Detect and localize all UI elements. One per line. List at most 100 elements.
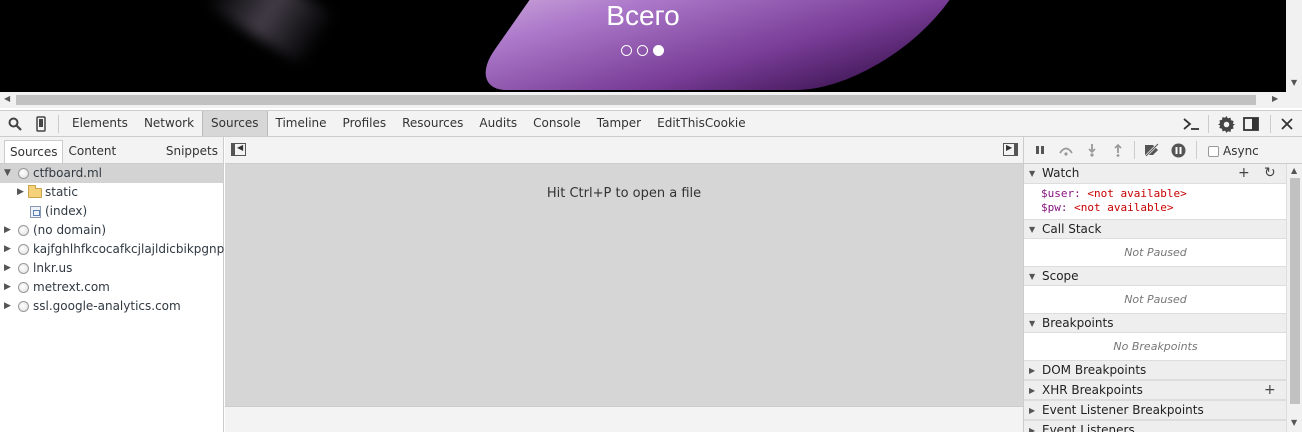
toolbar-divider	[1196, 141, 1197, 159]
async-checkbox[interactable]: Async	[1208, 144, 1259, 158]
tree-item-static[interactable]: ▶ static	[0, 183, 223, 202]
device-mode-icon[interactable]	[32, 115, 50, 133]
triangle-right-icon[interactable]: ▶	[17, 183, 24, 202]
carousel-dots	[621, 45, 664, 56]
tab-resources[interactable]: Resources	[394, 111, 471, 136]
section-title: Scope	[1042, 269, 1079, 283]
chevron-right-icon[interactable]: ▶	[1272, 94, 1278, 103]
tab-content-scripts[interactable]: Content scripts	[63, 140, 160, 181]
globe-icon	[18, 282, 29, 293]
tab-tamper[interactable]: Tamper	[589, 111, 649, 136]
section-xhr-breakpoints-header[interactable]: ▶ XHR Breakpoints +	[1024, 380, 1287, 400]
section-event-listeners-header[interactable]: ▶ Event Listeners	[1024, 420, 1287, 432]
section-title: Breakpoints	[1042, 316, 1114, 330]
triangle-right-icon[interactable]: ▶	[4, 259, 11, 278]
add-icon[interactable]: +	[1238, 164, 1250, 183]
add-icon[interactable]: +	[1264, 381, 1276, 400]
pause-icon[interactable]	[1032, 142, 1048, 158]
page-horizontal-scrollbar[interactable]: ◀ ▶	[0, 92, 1286, 108]
triangle-right-icon: ▶	[1029, 366, 1036, 375]
triangle-down-icon: ▼	[1029, 272, 1036, 281]
step-out-icon[interactable]	[1110, 142, 1126, 158]
hero-glow	[466, 0, 1034, 90]
async-checkbox-box[interactable]	[1208, 145, 1219, 157]
section-event-listener-breakpoints-header[interactable]: ▶ Event Listener Breakpoints	[1024, 400, 1287, 420]
tab-audits[interactable]: Audits	[471, 111, 525, 136]
search-icon[interactable]	[6, 115, 24, 133]
carousel-dot-2[interactable]	[637, 45, 648, 56]
gear-icon[interactable]	[1217, 115, 1235, 133]
carousel-dot-3[interactable]	[653, 45, 664, 56]
tab-console[interactable]: Console	[525, 111, 589, 136]
triangle-down-icon[interactable]: ▼	[4, 164, 11, 183]
step-into-icon[interactable]	[1084, 142, 1100, 158]
tree-item-label: kajfghlhfkcocafkcjlajldicbikpgnp	[33, 242, 225, 256]
tree-item-lnkr[interactable]: ▶ lnkr.us	[0, 259, 223, 278]
section-breakpoints-header[interactable]: ▼ Breakpoints	[1024, 313, 1287, 333]
scrollbar-thumb[interactable]	[1290, 178, 1300, 404]
pause-on-exceptions-icon[interactable]	[1170, 142, 1186, 158]
toggle-debugger-icon[interactable]: ▶	[1003, 143, 1018, 156]
close-icon[interactable]	[1278, 115, 1296, 133]
async-label: Async	[1223, 144, 1259, 158]
triangle-right-icon[interactable]: ▶	[4, 221, 11, 240]
refresh-icon[interactable]: ↻	[1264, 164, 1276, 183]
editor-area: ◀ ▶ Hit Ctrl+P to open a file	[225, 137, 1023, 432]
chevron-left-icon[interactable]: ◀	[4, 94, 10, 103]
tree-item-label: static	[45, 185, 78, 199]
editor-status-bar	[225, 406, 1023, 432]
carousel-dot-1[interactable]	[621, 45, 632, 56]
tree-item-extension[interactable]: ▶ kajfghlhfkcocafkcjlajldicbikpgnp	[0, 240, 225, 259]
tree-item-ctfboard[interactable]: ▼ ctfboard.ml	[0, 164, 223, 183]
page-viewport: Всего ▼ ◀ ▶	[0, 0, 1302, 108]
triangle-right-icon[interactable]: ▶	[4, 278, 11, 297]
section-dom-breakpoints-header[interactable]: ▶ DOM Breakpoints	[1024, 360, 1287, 380]
file-icon	[30, 206, 41, 218]
section-scope-header[interactable]: ▼ Scope	[1024, 266, 1287, 286]
triangle-down-icon: ▼	[1029, 319, 1036, 328]
tree-item-metrext[interactable]: ▶ metrext.com	[0, 278, 223, 297]
tab-profiles[interactable]: Profiles	[335, 111, 395, 136]
watch-entry[interactable]: $pw: <not available>	[1024, 201, 1287, 215]
chevron-up-icon[interactable]: ▲	[1291, 166, 1297, 175]
globe-icon	[18, 301, 29, 312]
tree-item-label: metrext.com	[33, 280, 110, 294]
tab-navigator-sources[interactable]: Sources	[4, 140, 64, 163]
triangle-right-icon[interactable]: ▶	[4, 240, 11, 259]
watch-list: $user: <not available> $pw: <not availab…	[1024, 184, 1287, 219]
tab-elements[interactable]: Elements	[64, 111, 136, 136]
triangle-right-icon: ▶	[1029, 426, 1036, 432]
tab-network[interactable]: Network	[136, 111, 202, 136]
page-vertical-scrollbar[interactable]: ▼	[1286, 0, 1302, 92]
step-over-icon[interactable]	[1058, 142, 1074, 158]
scope-status: Not Paused	[1124, 293, 1187, 306]
tree-item-label: (no domain)	[33, 223, 107, 237]
dock-icon[interactable]	[1243, 115, 1261, 133]
tab-editthiscookie[interactable]: EditThisCookie	[649, 111, 754, 136]
toggle-navigator-icon[interactable]: ◀	[231, 143, 246, 156]
tab-sources[interactable]: Sources	[202, 111, 268, 136]
section-title: Event Listener Breakpoints	[1042, 403, 1204, 417]
tree-item-google-analytics[interactable]: ▶ ssl.google-analytics.com	[0, 297, 223, 316]
section-watch-header[interactable]: ▼ Watch + ↻	[1024, 164, 1287, 184]
toolbar-divider	[1270, 115, 1271, 133]
console-drawer-icon[interactable]	[1182, 115, 1200, 133]
triangle-right-icon[interactable]: ▶	[4, 297, 11, 316]
sidebar-vertical-scrollbar[interactable]: ▲ ▼	[1286, 164, 1302, 432]
chevron-down-icon[interactable]: ▼	[1291, 78, 1297, 87]
section-title: Watch	[1042, 166, 1080, 180]
watch-entry[interactable]: $user: <not available>	[1024, 187, 1287, 201]
chevron-down-icon[interactable]: ▼	[1291, 418, 1297, 427]
tree-item-label: ssl.google-analytics.com	[33, 299, 181, 313]
toolbar-divider	[58, 115, 59, 133]
tree-item-index[interactable]: (index)	[0, 202, 223, 221]
tab-snippets[interactable]: Snippets	[161, 140, 223, 163]
tree-item-no-domain[interactable]: ▶ (no domain)	[0, 221, 223, 240]
scrollbar-thumb[interactable]	[16, 95, 1256, 105]
tab-timeline[interactable]: Timeline	[268, 111, 335, 136]
triangle-right-icon: ▶	[1029, 406, 1036, 415]
triangle-down-icon: ▼	[1029, 169, 1036, 178]
deactivate-breakpoints-icon[interactable]	[1142, 142, 1162, 158]
section-call-stack-header[interactable]: ▼ Call Stack	[1024, 219, 1287, 239]
editor-empty-view[interactable]: Hit Ctrl+P to open a file	[225, 164, 1023, 406]
